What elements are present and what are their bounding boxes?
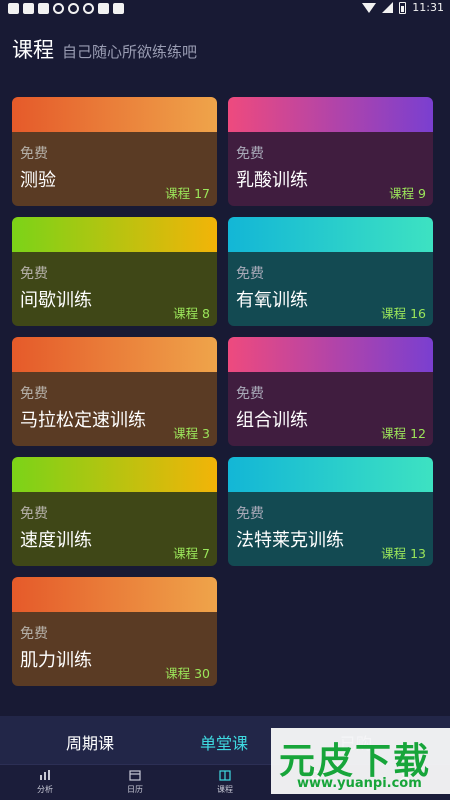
lesson-count: 课程 7 — [173, 546, 210, 561]
card-banner — [12, 97, 217, 132]
course-name: 间歇训练 — [20, 290, 92, 311]
course-name: 有氧训练 — [236, 290, 308, 311]
course-name: 法特莱克训练 — [236, 530, 344, 551]
clock: 11:31 — [412, 1, 444, 14]
signal-icon — [382, 2, 394, 13]
course-card[interactable]: 免费 法特莱克训练 课程 13 — [228, 457, 433, 566]
card-banner — [12, 577, 217, 612]
text-icon — [113, 3, 124, 14]
watermark-url: www.yuanpi.com — [297, 776, 422, 791]
course-name: 组合训练 — [236, 410, 308, 431]
card-banner — [12, 217, 217, 252]
course-card[interactable]: 免费 乳酸训练 课程 9 — [228, 97, 433, 206]
card-banner — [12, 457, 217, 492]
system-icons: 11:31 — [362, 1, 444, 14]
nav-calendar[interactable]: 日历 — [105, 769, 165, 795]
course-name: 测验 — [20, 170, 56, 191]
card-banner — [228, 337, 433, 372]
lesson-count: 课程 16 — [381, 306, 426, 321]
wifi-icon — [362, 2, 377, 13]
page-subtitle: 自己随心所欲练练吧 — [62, 43, 198, 61]
app-icon — [8, 3, 19, 14]
tab-single[interactable]: 单堂课 — [200, 730, 248, 754]
card-banner — [12, 337, 217, 372]
course-name: 乳酸训练 — [236, 170, 308, 191]
page-title: 课程 — [12, 38, 54, 62]
nav-label: 课程 — [217, 785, 233, 794]
course-card[interactable]: 免费 测验 课程 17 — [12, 97, 217, 206]
price-label: 免费 — [236, 506, 264, 522]
nav-label: 分析 — [37, 785, 53, 794]
card-banner — [228, 217, 433, 252]
nav-courses[interactable]: 课程 — [195, 769, 255, 795]
lesson-count: 课程 12 — [381, 426, 426, 441]
course-card[interactable]: 免费 组合训练 课程 12 — [228, 337, 433, 446]
lesson-count: 课程 9 — [389, 186, 426, 201]
calendar-icon — [129, 770, 141, 781]
price-label: 免费 — [20, 626, 48, 642]
watermark-logo: 元皮下载 www.yuanpi.com — [271, 728, 450, 794]
aperture-icon — [83, 3, 94, 14]
notification-icons — [8, 3, 124, 14]
app-icon — [23, 3, 34, 14]
price-label: 免费 — [20, 146, 48, 162]
course-card[interactable]: 免费 有氧训练 课程 16 — [228, 217, 433, 326]
chart-icon — [40, 770, 50, 780]
course-name: 肌力训练 — [20, 650, 92, 671]
course-card[interactable]: 免费 速度训练 课程 7 — [12, 457, 217, 566]
course-name: 速度训练 — [20, 530, 92, 551]
price-label: 免费 — [236, 386, 264, 402]
aperture-icon — [68, 3, 79, 14]
aperture-icon — [53, 3, 64, 14]
course-card[interactable]: 免费 间歇训练 课程 8 — [12, 217, 217, 326]
nav-label: 日历 — [127, 785, 143, 794]
battery-icon — [399, 1, 407, 14]
course-card[interactable]: 免费 肌力训练 课程 30 — [12, 577, 217, 686]
price-label: 免费 — [236, 266, 264, 282]
price-label: 免费 — [20, 386, 48, 402]
image-icon — [98, 3, 109, 14]
lesson-count: 课程 8 — [173, 306, 210, 321]
card-banner — [228, 457, 433, 492]
lesson-count: 课程 17 — [165, 186, 210, 201]
lesson-count: 课程 13 — [381, 546, 426, 561]
page-header: 课程 自己随心所欲练练吧 — [12, 34, 197, 64]
lesson-count: 课程 3 — [173, 426, 210, 441]
lesson-count: 课程 30 — [165, 666, 210, 681]
price-label: 免费 — [20, 266, 48, 282]
app-icon — [38, 3, 49, 14]
nav-analysis[interactable]: 分析 — [15, 769, 75, 795]
price-label: 免费 — [20, 506, 48, 522]
tab-periodic[interactable]: 周期课 — [66, 730, 114, 754]
course-card[interactable]: 免费 马拉松定速训练 课程 3 — [12, 337, 217, 446]
book-icon — [219, 770, 231, 781]
status-bar: 11:31 — [0, 0, 450, 18]
card-banner — [228, 97, 433, 132]
price-label: 免费 — [236, 146, 264, 162]
course-name: 马拉松定速训练 — [20, 410, 146, 431]
